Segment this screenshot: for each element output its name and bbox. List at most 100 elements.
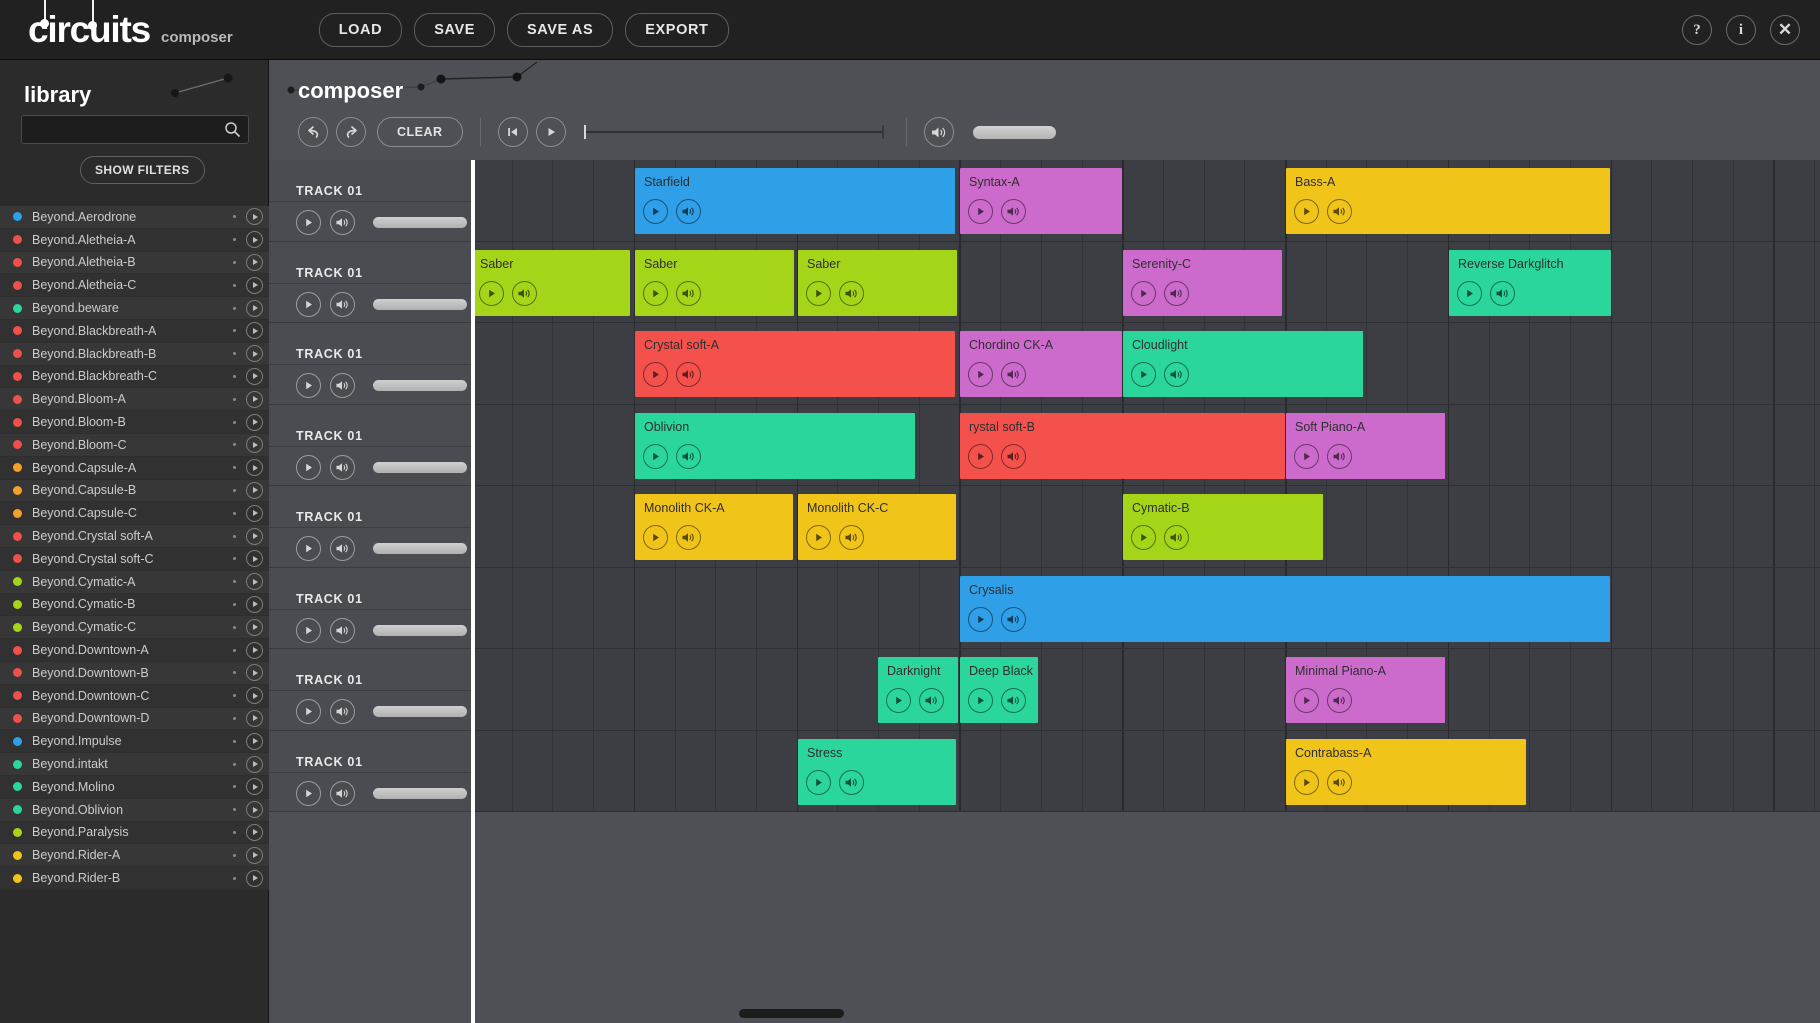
library-item-list[interactable]: Beyond.AerodroneBeyond.Aletheia-ABeyond.… [0,206,269,1023]
library-item[interactable]: Beyond.Bloom-A [0,388,269,411]
library-item[interactable]: Beyond.Bloom-C [0,434,269,457]
library-item[interactable]: Beyond.Oblivion [0,799,269,822]
clip-play-icon[interactable] [968,362,993,387]
library-item[interactable]: Beyond.Rider-B [0,867,269,890]
track-play-icon[interactable] [296,455,321,480]
more-icon[interactable] [233,580,236,583]
clip[interactable]: Saber [798,250,957,316]
more-icon[interactable] [233,535,236,538]
track-lane[interactable]: Crysalis [471,568,1820,650]
preview-play-icon[interactable] [246,573,263,590]
more-icon[interactable] [233,215,236,218]
clip-play-icon[interactable] [1294,444,1319,469]
track-volume-icon[interactable] [330,781,355,806]
library-item[interactable]: Beyond.Cymatic-B [0,594,269,617]
preview-play-icon[interactable] [246,414,263,431]
more-icon[interactable] [233,626,236,629]
clip[interactable]: Soft Piano-A [1286,413,1445,479]
clip-volume-icon[interactable] [1001,607,1026,632]
track-play-icon[interactable] [296,699,321,724]
clip[interactable]: Starfield [635,168,955,234]
preview-play-icon[interactable] [246,322,263,339]
export-button[interactable]: EXPORT [625,13,728,47]
library-item[interactable]: Beyond.Aletheia-A [0,229,269,252]
clip-volume-icon[interactable] [839,525,864,550]
clip[interactable]: Contrabass-A [1286,739,1526,805]
preview-play-icon[interactable] [246,436,263,453]
track-volume-icon[interactable] [330,618,355,643]
library-item[interactable]: Beyond.Downtown-D [0,708,269,731]
clip[interactable]: Crysalis [960,576,1610,642]
skip-to-start-icon[interactable] [498,117,528,147]
playhead[interactable] [471,160,475,1023]
clip-volume-icon[interactable] [1001,444,1026,469]
clip-play-icon[interactable] [806,525,831,550]
track-lane[interactable]: Stress Contrabass-A [471,731,1820,813]
clip-play-icon[interactable] [968,607,993,632]
horizontal-scrollbar-thumb[interactable] [739,1009,844,1018]
clip-volume-icon[interactable] [839,281,864,306]
preview-play-icon[interactable] [246,687,263,704]
clip-play-icon[interactable] [968,199,993,224]
preview-play-icon[interactable] [246,870,263,887]
more-icon[interactable] [233,785,236,788]
library-item[interactable]: Beyond.Bloom-B [0,411,269,434]
more-icon[interactable] [233,557,236,560]
more-icon[interactable] [233,329,236,332]
clip-play-icon[interactable] [479,281,504,306]
clip-play-icon[interactable] [1131,525,1156,550]
library-item[interactable]: Beyond.Downtown-A [0,639,269,662]
preview-play-icon[interactable] [246,824,263,841]
horizontal-scrollbar[interactable] [471,1009,1820,1018]
library-item[interactable]: Beyond.Aletheia-C [0,274,269,297]
track-volume-icon[interactable] [330,699,355,724]
clip-volume-icon[interactable] [1001,688,1026,713]
library-item[interactable]: Beyond.Aletheia-B [0,252,269,275]
clip[interactable]: Deep Black [960,657,1038,723]
preview-play-icon[interactable] [246,391,263,408]
preview-play-icon[interactable] [246,459,263,476]
track-play-icon[interactable] [296,781,321,806]
preview-play-icon[interactable] [246,528,263,545]
clip-play-icon[interactable] [968,444,993,469]
clip[interactable]: Serenity-C [1123,250,1282,316]
clip[interactable]: Stress [798,739,956,805]
track-volume-icon[interactable] [330,210,355,235]
clip-volume-icon[interactable] [1327,770,1352,795]
clip-volume-icon[interactable] [676,525,701,550]
preview-play-icon[interactable] [246,505,263,522]
preview-play-icon[interactable] [246,482,263,499]
library-item[interactable]: Beyond.Cymatic-A [0,571,269,594]
preview-play-icon[interactable] [246,300,263,317]
track-play-icon[interactable] [296,292,321,317]
library-item[interactable]: Beyond.Crystal soft-C [0,548,269,571]
more-icon[interactable] [233,717,236,720]
track-volume-slider[interactable] [373,706,467,717]
clip-volume-icon[interactable] [839,770,864,795]
clip-volume-icon[interactable] [1001,199,1026,224]
track-volume-slider[interactable] [373,788,467,799]
more-icon[interactable] [233,877,236,880]
clip-volume-icon[interactable] [1490,281,1515,306]
clip-volume-icon[interactable] [676,444,701,469]
clip-play-icon[interactable] [1457,281,1482,306]
search-box[interactable] [21,115,249,144]
clip-play-icon[interactable] [643,281,668,306]
preview-play-icon[interactable] [246,208,263,225]
library-item[interactable]: Beyond.intakt [0,753,269,776]
more-icon[interactable] [233,808,236,811]
preview-play-icon[interactable] [246,801,263,818]
track-volume-icon[interactable] [330,373,355,398]
clip-volume-icon[interactable] [1327,199,1352,224]
library-item[interactable]: Beyond.Blackbreath-C [0,366,269,389]
track-volume-slider[interactable] [373,299,467,310]
more-icon[interactable] [233,421,236,424]
library-item[interactable]: Beyond.Paralysis [0,822,269,845]
track-lane[interactable]: SaberSaberSaberSerenity-CReverse Darkgli… [471,242,1820,324]
play-icon[interactable] [536,117,566,147]
info-icon[interactable]: i [1726,15,1756,45]
clip[interactable]: Oblivion [635,413,915,479]
more-icon[interactable] [233,375,236,378]
preview-play-icon[interactable] [246,368,263,385]
library-item[interactable]: Beyond.Blackbreath-B [0,343,269,366]
